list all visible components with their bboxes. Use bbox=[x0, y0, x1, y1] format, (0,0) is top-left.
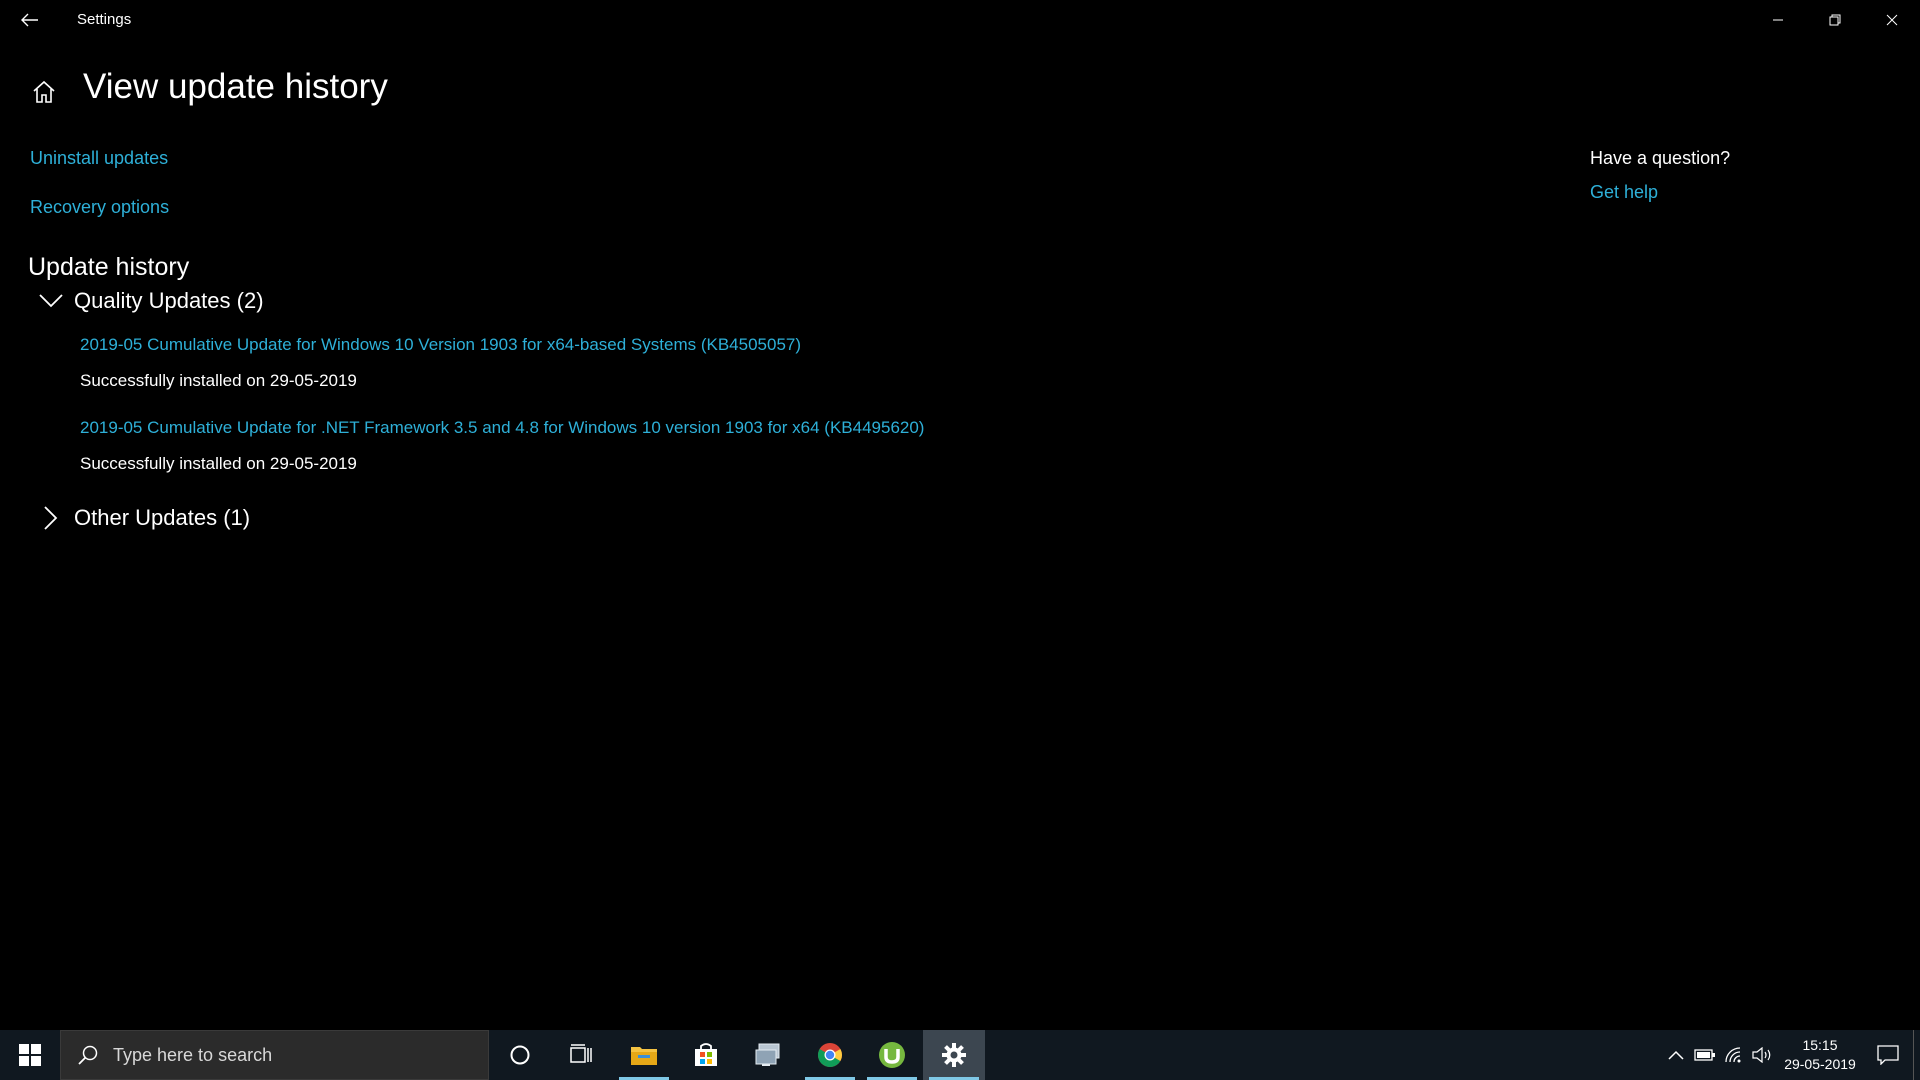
chevron-right-icon bbox=[38, 505, 64, 531]
update-status: Successfully installed on 29-05-2019 bbox=[80, 454, 357, 473]
home-icon bbox=[33, 80, 55, 103]
taskbar-clock[interactable]: 15:15 29-05-2019 bbox=[1777, 1030, 1863, 1080]
uninstall-updates-link[interactable]: Uninstall updates bbox=[30, 148, 168, 169]
update-status: Successfully installed on 29-05-2019 bbox=[80, 371, 357, 390]
battery-button[interactable] bbox=[1690, 1030, 1719, 1080]
wifi-icon bbox=[1724, 1047, 1740, 1063]
remote-desktop-icon bbox=[755, 1043, 780, 1066]
back-arrow-icon bbox=[21, 13, 38, 27]
task-view-button[interactable] bbox=[551, 1030, 613, 1080]
task-view-icon bbox=[570, 1044, 592, 1063]
settings-window: Settings View update history Uninstall u… bbox=[0, 0, 1920, 1030]
list-item: 2019-05 Cumulative Update for .NET Frame… bbox=[80, 418, 924, 474]
search-placeholder: Type here to search bbox=[113, 1044, 273, 1065]
other-updates-toggle[interactable]: Other Updates (1) bbox=[38, 505, 250, 531]
quality-updates-label: Quality Updates (2) bbox=[74, 288, 264, 313]
notification-icon bbox=[1877, 1045, 1899, 1065]
volume-button[interactable] bbox=[1748, 1030, 1777, 1080]
utorrent-icon bbox=[879, 1042, 905, 1068]
close-icon bbox=[1886, 14, 1897, 26]
minimize-icon bbox=[1772, 19, 1783, 21]
system-tray: 15:15 29-05-2019 bbox=[1661, 1030, 1920, 1080]
show-desktop-button[interactable] bbox=[1913, 1030, 1920, 1080]
get-help-link[interactable]: Get help bbox=[1590, 182, 1658, 203]
speaker-icon bbox=[1751, 1047, 1770, 1063]
clock-date: 29-05-2019 bbox=[1784, 1056, 1856, 1072]
chrome-button[interactable] bbox=[799, 1030, 861, 1080]
minimize-button[interactable] bbox=[1749, 0, 1806, 40]
list-item: 2019-05 Cumulative Update for Windows 10… bbox=[80, 335, 801, 391]
network-button[interactable] bbox=[1719, 1030, 1748, 1080]
clock-time: 15:15 bbox=[1802, 1037, 1838, 1053]
file-explorer-button[interactable] bbox=[613, 1030, 675, 1080]
back-button[interactable] bbox=[10, 0, 50, 40]
quality-updates-toggle[interactable]: Quality Updates (2) bbox=[38, 288, 264, 314]
start-button[interactable] bbox=[0, 1030, 60, 1080]
restore-icon bbox=[1829, 14, 1840, 26]
recovery-options-link[interactable]: Recovery options bbox=[30, 197, 169, 218]
update-name-link[interactable]: 2019-05 Cumulative Update for Windows 10… bbox=[80, 335, 801, 355]
update-history-heading: Update history bbox=[28, 253, 190, 281]
cortana-button[interactable] bbox=[489, 1030, 551, 1080]
chrome-icon bbox=[817, 1043, 842, 1068]
windows-logo-icon bbox=[19, 1044, 41, 1066]
store-button[interactable] bbox=[675, 1030, 737, 1080]
page-title: View update history bbox=[83, 67, 388, 106]
help-question: Have a question? bbox=[1590, 148, 1731, 168]
settings-icon bbox=[942, 1043, 966, 1067]
cortana-icon bbox=[510, 1045, 530, 1065]
update-name-link[interactable]: 2019-05 Cumulative Update for .NET Frame… bbox=[80, 418, 924, 438]
utorrent-button[interactable] bbox=[861, 1030, 923, 1080]
battery-icon bbox=[1693, 1049, 1715, 1061]
chevron-down-icon bbox=[38, 288, 64, 314]
file-explorer-icon bbox=[631, 1047, 657, 1065]
home-button[interactable] bbox=[30, 78, 58, 106]
window-title: Settings bbox=[77, 11, 132, 28]
taskbar-search[interactable]: Type here to search bbox=[60, 1030, 489, 1080]
taskbar: Type here to search 15:15 29-05-2019 bbox=[0, 1030, 1920, 1080]
search-icon bbox=[75, 1042, 101, 1068]
chevron-up-icon bbox=[1667, 1050, 1684, 1060]
other-updates-label: Other Updates (1) bbox=[74, 505, 251, 530]
store-icon bbox=[695, 1043, 717, 1066]
settings-taskbar-button[interactable] bbox=[923, 1030, 985, 1080]
restore-button[interactable] bbox=[1806, 0, 1863, 40]
action-center-button[interactable] bbox=[1863, 1030, 1913, 1080]
close-button[interactable] bbox=[1863, 0, 1920, 40]
show-hidden-icons-button[interactable] bbox=[1661, 1030, 1690, 1080]
remote-desktop-button[interactable] bbox=[737, 1030, 799, 1080]
title-bar: Settings bbox=[0, 0, 1920, 40]
window-controls bbox=[1749, 0, 1920, 40]
